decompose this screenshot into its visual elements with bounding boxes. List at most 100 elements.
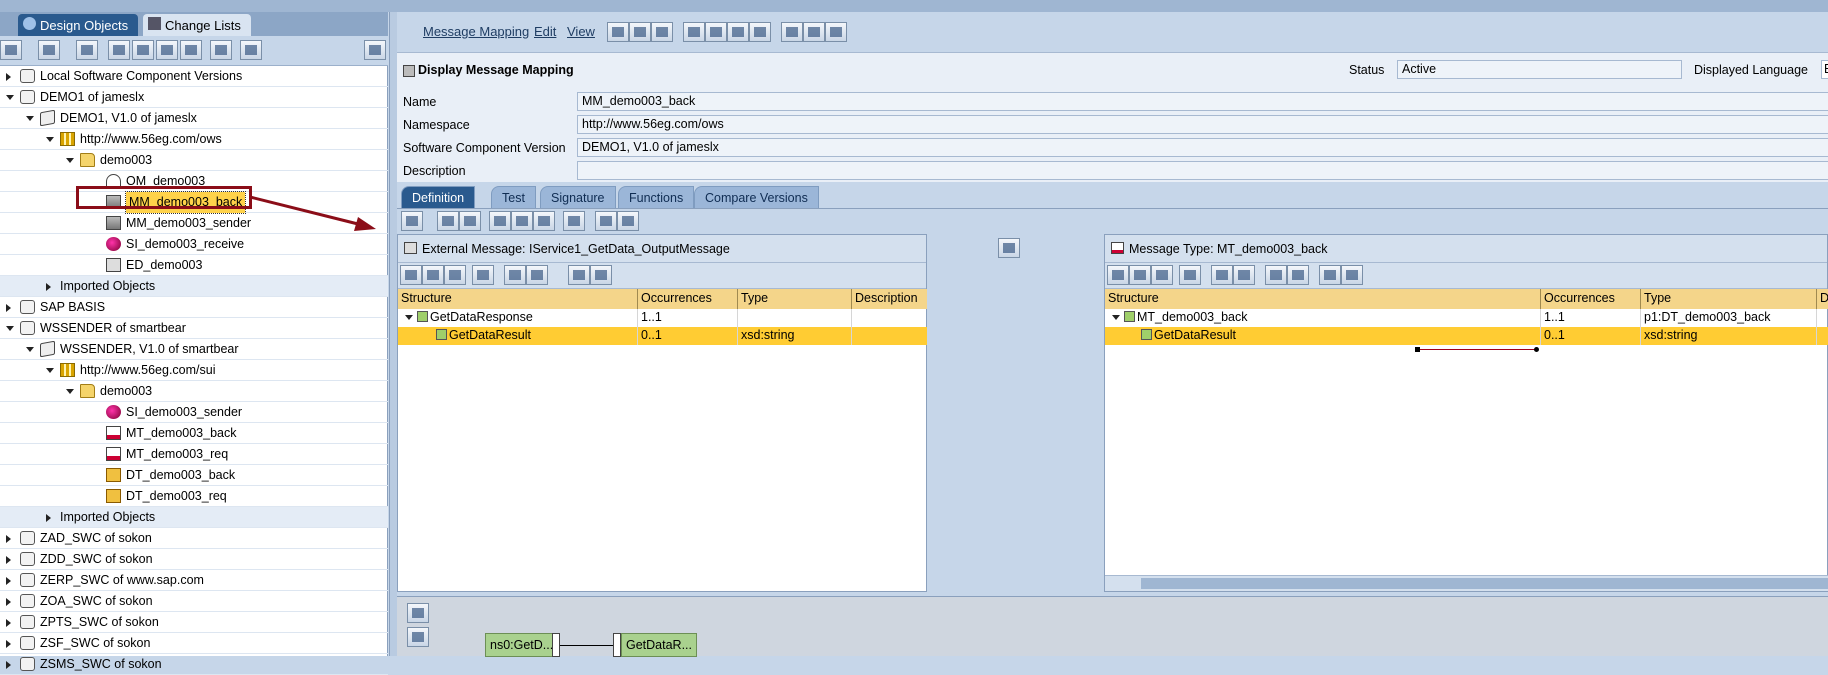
tab-change-lists[interactable]: Change Lists	[143, 14, 251, 36]
tree-item[interactable]: Imported Objects	[0, 276, 388, 297]
tree-item[interactable]: MT_demo003_req	[0, 444, 388, 465]
target-horizontal-scrollbar[interactable]	[1105, 575, 1828, 591]
collapse-triangle-icon[interactable]	[46, 368, 54, 373]
source-col-type[interactable]: Type	[738, 289, 852, 309]
target-field-port[interactable]	[613, 633, 621, 657]
source-search-button[interactable]	[568, 265, 590, 285]
dependencies-button[interactable]	[401, 211, 423, 231]
target-edit-button[interactable]	[1265, 265, 1287, 285]
collapse-all-button[interactable]	[132, 40, 154, 60]
source-find-button[interactable]	[504, 265, 526, 285]
tab-signature[interactable]: Signature	[540, 186, 616, 208]
target-export-button[interactable]	[1341, 265, 1363, 285]
find-button[interactable]	[76, 40, 98, 60]
tab-compare-versions[interactable]: Compare Versions	[694, 186, 819, 208]
tree-item[interactable]: ZDD_SWC of sokon	[0, 549, 388, 570]
pane-toggle-button[interactable]	[364, 40, 386, 60]
tree-item[interactable]: ZSMS_SWC of sokon	[0, 654, 388, 675]
expand-all-button[interactable]	[108, 40, 130, 60]
delete-button[interactable]	[459, 211, 481, 231]
tree-item[interactable]: ED_demo003	[0, 255, 388, 276]
source-col-description[interactable]: Description	[852, 289, 928, 309]
expand-icon[interactable]	[1112, 315, 1120, 320]
target-tree-view-button[interactable]	[1107, 265, 1129, 285]
expand-triangle-icon[interactable]	[6, 577, 11, 585]
expand-triangle-icon[interactable]	[6, 73, 11, 81]
source-col-structure[interactable]: Structure	[398, 289, 638, 309]
target-col-type[interactable]: Type	[1641, 289, 1817, 309]
scrollbar-thumb[interactable]	[1141, 578, 1828, 589]
target-field-box[interactable]: GetDataR...	[621, 633, 697, 657]
source-export-button[interactable]	[590, 265, 612, 285]
export-button[interactable]	[825, 22, 847, 42]
transport-button[interactable]	[749, 22, 771, 42]
mapping-link-source-handle[interactable]	[1415, 347, 1420, 352]
layout-options-button[interactable]	[563, 211, 585, 231]
source-filter-button[interactable]	[472, 265, 494, 285]
source-field-box[interactable]: ns0:GetD...	[485, 633, 559, 657]
tree-item[interactable]: ZAD_SWC of sokon	[0, 528, 388, 549]
tab-test[interactable]: Test	[491, 186, 536, 208]
tree-item[interactable]: http://www.56eg.com/sui	[0, 360, 388, 381]
filter-button[interactable]	[38, 40, 60, 60]
target-filter-button[interactable]	[1179, 265, 1201, 285]
collapse-triangle-icon[interactable]	[6, 326, 14, 331]
source-options-button[interactable]	[998, 238, 1020, 258]
target-col-occurrences[interactable]: Occurrences	[1541, 289, 1641, 309]
collapse-triangle-icon[interactable]	[66, 158, 74, 163]
tree-item[interactable]: ZERP_SWC of www.sap.com	[0, 570, 388, 591]
edit-function-button[interactable]	[511, 211, 533, 231]
expand-triangle-icon[interactable]	[6, 556, 11, 564]
cut-button[interactable]	[437, 211, 459, 231]
tree-item[interactable]: SAP BASIS	[0, 297, 388, 318]
expand-triangle-icon[interactable]	[6, 304, 11, 312]
collapse-triangle-icon[interactable]	[6, 95, 14, 100]
tree-item[interactable]: DEMO1, V1.0 of jameslx	[0, 108, 388, 129]
table-row[interactable]: GetDataResult 0..1 xsd:string	[398, 327, 928, 345]
move-down-button[interactable]	[156, 40, 178, 60]
tree-item[interactable]: demo003	[0, 381, 388, 402]
tree-item[interactable]: SI_demo003_receive	[0, 234, 388, 255]
target-table-view-button[interactable]	[1129, 265, 1151, 285]
tree-item[interactable]: SI_demo003_sender	[0, 402, 388, 423]
tree-item[interactable]: http://www.56eg.com/ows	[0, 129, 388, 150]
target-find-button[interactable]	[1211, 265, 1233, 285]
edit-button[interactable]	[607, 22, 629, 42]
tree-item[interactable]: ZSF_SWC of sokon	[0, 633, 388, 654]
source-table-view-button[interactable]	[422, 265, 444, 285]
expand-triangle-icon[interactable]	[46, 283, 51, 291]
tab-definition[interactable]: Definition	[401, 186, 476, 208]
editor-edit-button[interactable]	[407, 627, 429, 647]
layout-button[interactable]	[803, 22, 825, 42]
tree-item[interactable]: DT_demo003_req	[0, 486, 388, 507]
copy-button[interactable]	[651, 22, 673, 42]
collapse-triangle-icon[interactable]	[26, 116, 34, 121]
pane-splitter[interactable]	[389, 12, 397, 656]
info-button[interactable]	[683, 22, 705, 42]
sync-button[interactable]	[240, 40, 262, 60]
tree-item[interactable]: MT_demo003_back	[0, 423, 388, 444]
editor-function-library-button[interactable]	[407, 603, 429, 623]
source-tree-view-button[interactable]	[400, 265, 422, 285]
tree-item[interactable]: DEMO1 of jameslx	[0, 87, 388, 108]
displayed-language-select[interactable]: E	[1821, 60, 1828, 79]
tree-item[interactable]: ZPTS_SWC of sokon	[0, 612, 388, 633]
conditions-button[interactable]	[595, 211, 617, 231]
tab-design-objects[interactable]: Design Objects	[18, 14, 139, 36]
source-field-port[interactable]	[552, 633, 560, 657]
tree-item[interactable]: ZOA_SWC of sokon	[0, 591, 388, 612]
target-constant-button[interactable]	[1287, 265, 1309, 285]
tree-item[interactable]: WSSENDER, V1.0 of smartbear	[0, 339, 388, 360]
collapse-triangle-icon[interactable]	[46, 137, 54, 142]
where-used-button[interactable]	[727, 22, 749, 42]
menu-message-mapping[interactable]: Message Mapping	[423, 24, 529, 39]
description-field[interactable]	[577, 161, 1828, 180]
expand-triangle-icon[interactable]	[6, 619, 11, 627]
target-search-button[interactable]	[1319, 265, 1341, 285]
table-row[interactable]: GetDataResponse 1..1	[398, 309, 928, 327]
move-up-button[interactable]	[180, 40, 202, 60]
source-funnel-button[interactable]	[526, 265, 548, 285]
display-filter-button[interactable]	[210, 40, 232, 60]
target-col-structure[interactable]: Structure	[1105, 289, 1541, 309]
expand-triangle-icon[interactable]	[6, 640, 11, 648]
